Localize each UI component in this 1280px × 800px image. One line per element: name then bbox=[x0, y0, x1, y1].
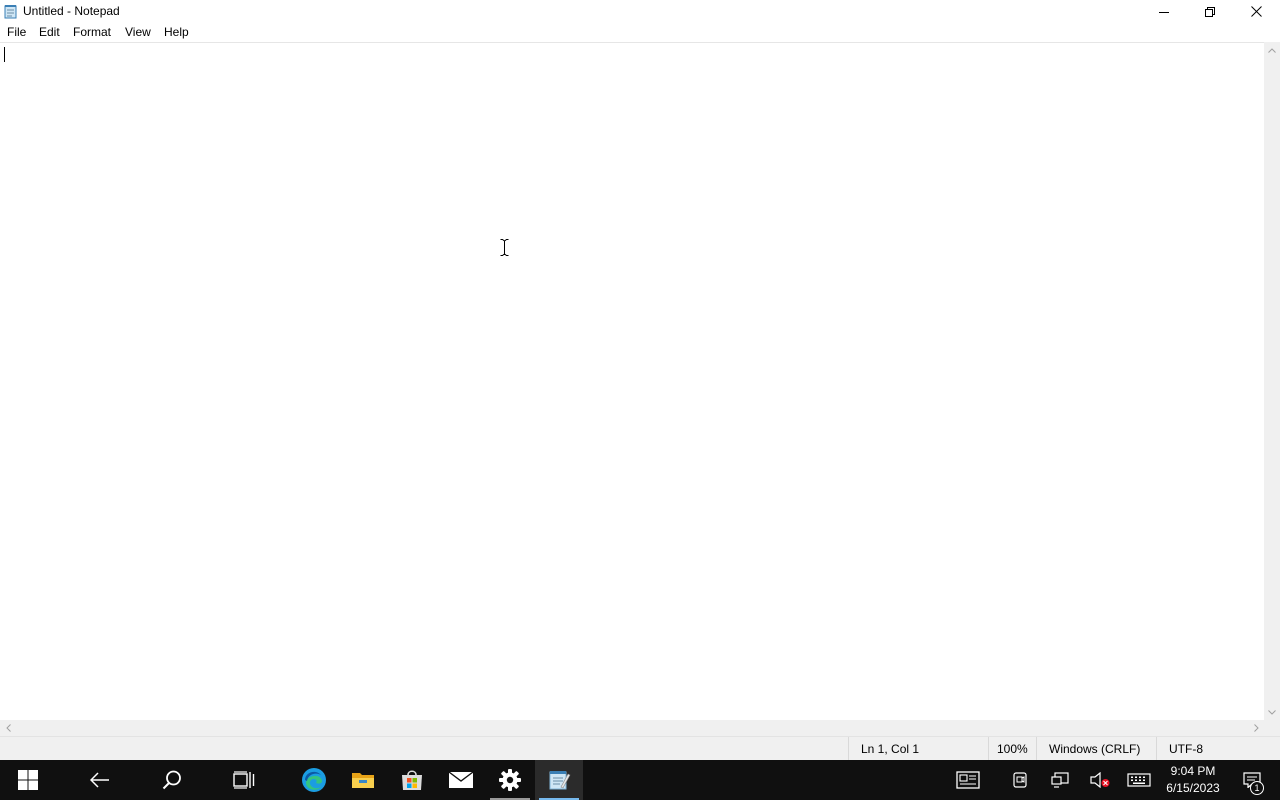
start-icon bbox=[18, 770, 38, 790]
minimize-icon bbox=[1159, 11, 1169, 13]
text-editor[interactable] bbox=[0, 42, 1264, 720]
status-line-endings: Windows (CRLF) bbox=[1036, 737, 1156, 761]
volume-button[interactable] bbox=[1082, 760, 1118, 800]
status-bar: Ln 1, Col 1 100% Windows (CRLF) UTF-8 bbox=[0, 736, 1280, 761]
restore-icon bbox=[1205, 6, 1215, 17]
taskbar-clock[interactable]: 9:04 PM 6/15/2023 bbox=[1162, 763, 1224, 797]
ibeam-cursor-icon bbox=[500, 239, 509, 256]
status-cursor-position: Ln 1, Col 1 bbox=[848, 737, 988, 761]
file-explorer-icon bbox=[352, 773, 374, 788]
mail-icon bbox=[448, 771, 474, 788]
task-view-button[interactable] bbox=[220, 760, 268, 800]
taskbar: 9:04 PM 6/15/2023 bbox=[0, 760, 1280, 800]
restore-button[interactable] bbox=[1187, 0, 1233, 23]
menu-edit[interactable]: Edit bbox=[39, 25, 60, 39]
close-icon bbox=[1250, 6, 1262, 17]
minimize-button[interactable] bbox=[1141, 0, 1187, 23]
scroll-left-button[interactable] bbox=[0, 720, 16, 736]
clock-time: 9:04 PM bbox=[1170, 764, 1216, 778]
menu-view[interactable]: View bbox=[125, 25, 151, 39]
mail-button[interactable] bbox=[437, 760, 485, 800]
touch-keyboard-button[interactable] bbox=[1121, 760, 1157, 800]
scroll-right-button[interactable] bbox=[1248, 720, 1264, 736]
store-icon bbox=[402, 770, 422, 790]
menu-format[interactable]: Format bbox=[73, 25, 111, 39]
news-button[interactable] bbox=[950, 760, 986, 800]
edge-icon bbox=[302, 768, 326, 792]
menu-file[interactable]: File bbox=[7, 25, 26, 39]
notification-count-badge: 1 bbox=[1250, 781, 1264, 795]
search-button[interactable] bbox=[148, 760, 196, 800]
start-button[interactable] bbox=[4, 760, 52, 800]
chevron-right-icon bbox=[1253, 724, 1259, 732]
meet-now-icon bbox=[1013, 772, 1027, 788]
close-button[interactable] bbox=[1233, 0, 1279, 23]
horizontal-scrollbar[interactable] bbox=[0, 720, 1264, 736]
edge-taskbar-button[interactable] bbox=[290, 760, 338, 800]
touch-keyboard-icon bbox=[1127, 773, 1151, 787]
notepad-taskbar-button[interactable] bbox=[535, 760, 583, 800]
notepad-window: Untitled - Notepad File Edit Format View… bbox=[0, 0, 1280, 761]
search-icon bbox=[162, 770, 181, 790]
action-center-button[interactable] bbox=[1232, 760, 1272, 800]
text-caret bbox=[4, 47, 5, 62]
scroll-down-button[interactable] bbox=[1264, 704, 1280, 720]
title-bar[interactable]: Untitled - Notepad bbox=[0, 0, 1280, 23]
chevron-up-icon bbox=[1268, 47, 1276, 53]
meet-now-button[interactable] bbox=[1002, 760, 1038, 800]
news-icon bbox=[956, 771, 980, 789]
menu-help[interactable]: Help bbox=[164, 25, 189, 39]
settings-icon bbox=[499, 769, 521, 791]
window-title: Untitled - Notepad bbox=[23, 4, 120, 18]
scrollbar-corner bbox=[1264, 720, 1280, 736]
status-encoding: UTF-8 bbox=[1156, 737, 1280, 761]
network-button[interactable] bbox=[1042, 760, 1078, 800]
notepad-icon bbox=[549, 771, 571, 790]
notepad-app-icon[interactable] bbox=[4, 4, 18, 19]
back-button[interactable] bbox=[76, 760, 124, 800]
settings-button[interactable] bbox=[486, 760, 534, 800]
task-view-icon bbox=[233, 771, 255, 789]
chevron-left-icon bbox=[5, 724, 11, 732]
chevron-down-icon bbox=[1268, 709, 1276, 715]
volume-muted-icon bbox=[1090, 772, 1110, 788]
menu-bar: File Edit Format View Help bbox=[0, 23, 1280, 42]
store-button[interactable] bbox=[388, 760, 436, 800]
status-zoom: 100% bbox=[988, 737, 1036, 761]
network-icon bbox=[1051, 772, 1069, 788]
back-icon bbox=[90, 772, 109, 788]
vertical-scrollbar[interactable] bbox=[1264, 42, 1280, 720]
clock-date: 6/15/2023 bbox=[1166, 781, 1220, 795]
file-explorer-button[interactable] bbox=[339, 760, 387, 800]
scroll-up-button[interactable] bbox=[1264, 42, 1280, 58]
